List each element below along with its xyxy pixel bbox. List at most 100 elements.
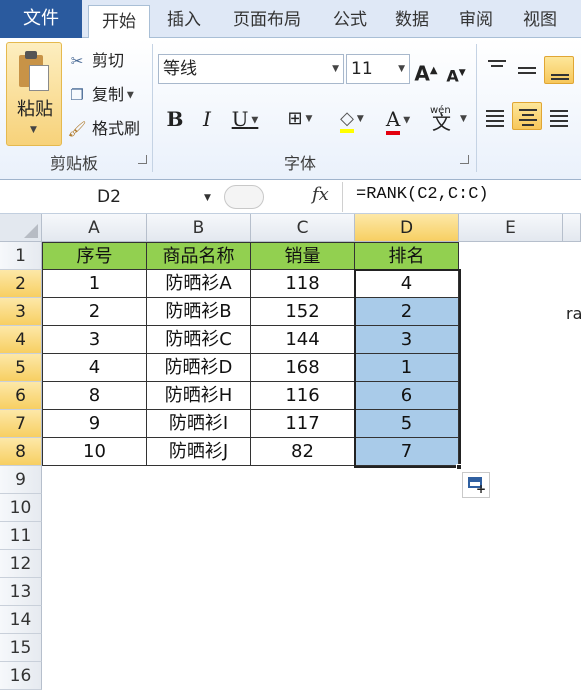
fill-handle[interactable] <box>456 464 462 470</box>
tab-view[interactable]: 视图 <box>512 4 568 38</box>
borders-button[interactable]: ⊞ ▼ <box>278 104 322 134</box>
table-header-cell[interactable]: 商品名称 <box>147 242 251 270</box>
table-cell[interactable]: 防晒衫B <box>147 298 251 326</box>
column-header-c[interactable]: C <box>251 214 355 242</box>
format-painter-button[interactable]: 🖌 格式刷 <box>66 116 140 142</box>
row-header-10[interactable]: 10 <box>0 494 42 522</box>
column-header-f[interactable] <box>563 214 581 242</box>
table-cell[interactable]: 防晒衫H <box>147 382 251 410</box>
column-header-b[interactable]: B <box>147 214 251 242</box>
font-name-select[interactable]: 等线 ▼ <box>158 54 344 84</box>
underline-button[interactable]: U ▼ <box>224 104 266 134</box>
row-header-13[interactable]: 13 <box>0 578 42 606</box>
align-center-button[interactable] <box>512 102 542 130</box>
clipboard-dialog-launcher-icon[interactable] <box>138 155 147 164</box>
table-cell[interactable]: 82 <box>251 438 355 466</box>
row-header-4[interactable]: 4 <box>0 326 42 354</box>
select-all-button[interactable] <box>0 214 42 242</box>
row-header-9[interactable]: 9 <box>0 466 42 494</box>
tab-file[interactable]: 文件 <box>0 0 82 38</box>
fill-color-button[interactable]: ◇ ▼ <box>330 104 374 134</box>
bold-button[interactable]: B <box>160 104 190 134</box>
table-cell[interactable]: 防晒衫I <box>147 410 251 438</box>
tab-insert[interactable]: 插入 <box>156 4 212 38</box>
phonetic-button[interactable]: wén 文 ▼ <box>426 104 472 134</box>
row-header-15[interactable]: 15 <box>0 634 42 662</box>
phonetic-icon: 文 <box>432 112 452 134</box>
table-cell[interactable]: 3 <box>355 326 459 354</box>
table-cell[interactable]: 116 <box>251 382 355 410</box>
table-cell[interactable]: 3 <box>42 326 147 354</box>
formula-bar-resize-handle[interactable] <box>224 185 264 209</box>
font-size-select[interactable]: 11 ▼ <box>346 54 410 84</box>
tab-page-layout[interactable]: 页面布局 <box>220 4 314 38</box>
table-cell[interactable]: 防晒衫D <box>147 354 251 382</box>
tab-review[interactable]: 审阅 <box>448 4 504 38</box>
table-cell[interactable]: 防晒衫C <box>147 326 251 354</box>
name-box[interactable]: D2 <box>0 183 218 211</box>
table-cell[interactable]: 6 <box>355 382 459 410</box>
format-painter-label: 格式刷 <box>92 119 141 138</box>
table-cell[interactable]: 2 <box>42 298 147 326</box>
align-right-button[interactable] <box>544 104 574 132</box>
tab-home[interactable]: 开始 <box>88 5 150 39</box>
insert-function-icon[interactable]: fx <box>312 184 329 205</box>
row-header-5[interactable]: 5 <box>0 354 42 382</box>
row-header-7[interactable]: 7 <box>0 410 42 438</box>
table-cell[interactable]: 144 <box>251 326 355 354</box>
table-cell[interactable]: 2 <box>355 298 459 326</box>
font-dialog-launcher-icon[interactable] <box>460 155 469 164</box>
row-header-6[interactable]: 6 <box>0 382 42 410</box>
table-cell[interactable]: 118 <box>251 270 355 298</box>
row-header-3[interactable]: 3 <box>0 298 42 326</box>
table-cell[interactable]: 117 <box>251 410 355 438</box>
tab-data[interactable]: 数据 <box>384 4 440 38</box>
column-header-a[interactable]: A <box>42 214 147 242</box>
cut-button[interactable]: ✂ 剪切 <box>66 48 124 74</box>
table-cell[interactable]: 4 <box>42 354 147 382</box>
auto-fill-options-button[interactable]: + <box>462 472 490 498</box>
active-cell[interactable]: 4 <box>355 270 459 298</box>
copy-button[interactable]: ❐ 复制 ▼ <box>66 82 134 108</box>
borders-icon: ⊞ <box>287 108 303 129</box>
table-header-cell[interactable]: 序号 <box>42 242 147 270</box>
group-divider <box>152 44 153 172</box>
table-cell[interactable]: 168 <box>251 354 355 382</box>
row-header-2[interactable]: 2 <box>0 270 42 298</box>
formula-input[interactable]: =RANK(C2,C:C) <box>356 185 489 204</box>
italic-button[interactable]: I <box>192 104 222 134</box>
shrink-font-button[interactable]: A▼ <box>444 58 468 88</box>
row-header-8[interactable]: 8 <box>0 438 42 466</box>
row-header-12[interactable]: 12 <box>0 550 42 578</box>
align-top-button[interactable] <box>482 54 512 82</box>
table-cell[interactable]: 8 <box>42 382 147 410</box>
overflow-cell-text[interactable]: ra <box>566 304 581 323</box>
table-header-cell[interactable]: 排名 <box>355 242 459 270</box>
table-cell[interactable]: 10 <box>42 438 147 466</box>
align-bottom-button[interactable] <box>544 56 574 84</box>
row-header-14[interactable]: 14 <box>0 606 42 634</box>
table-cell[interactable]: 152 <box>251 298 355 326</box>
table-cell[interactable]: 防晒衫A <box>147 270 251 298</box>
align-left-button[interactable] <box>480 104 510 132</box>
tab-formulas[interactable]: 公式 <box>322 4 378 38</box>
column-header-e[interactable]: E <box>459 214 563 242</box>
table-cell[interactable]: 9 <box>42 410 147 438</box>
table-cell[interactable]: 5 <box>355 410 459 438</box>
bold-icon: B <box>166 107 184 131</box>
chevron-down-icon[interactable]: ▼ <box>204 193 211 203</box>
row-header-16[interactable]: 16 <box>0 662 42 690</box>
row-header-11[interactable]: 11 <box>0 522 42 550</box>
table-cell[interactable]: 1 <box>355 354 459 382</box>
font-color-button[interactable]: A ▼ <box>376 104 420 135</box>
clipboard-icon <box>17 51 51 91</box>
align-middle-button[interactable] <box>512 56 542 84</box>
table-cell[interactable]: 7 <box>355 438 459 466</box>
row-header-1[interactable]: 1 <box>0 242 42 270</box>
paste-button[interactable]: 粘贴 ▼ <box>6 42 62 146</box>
table-cell[interactable]: 防晒衫J <box>147 438 251 466</box>
grow-font-button[interactable]: A▲ <box>414 56 438 86</box>
table-cell[interactable]: 1 <box>42 270 147 298</box>
table-header-cell[interactable]: 销量 <box>251 242 355 270</box>
column-header-d[interactable]: D <box>355 214 459 242</box>
